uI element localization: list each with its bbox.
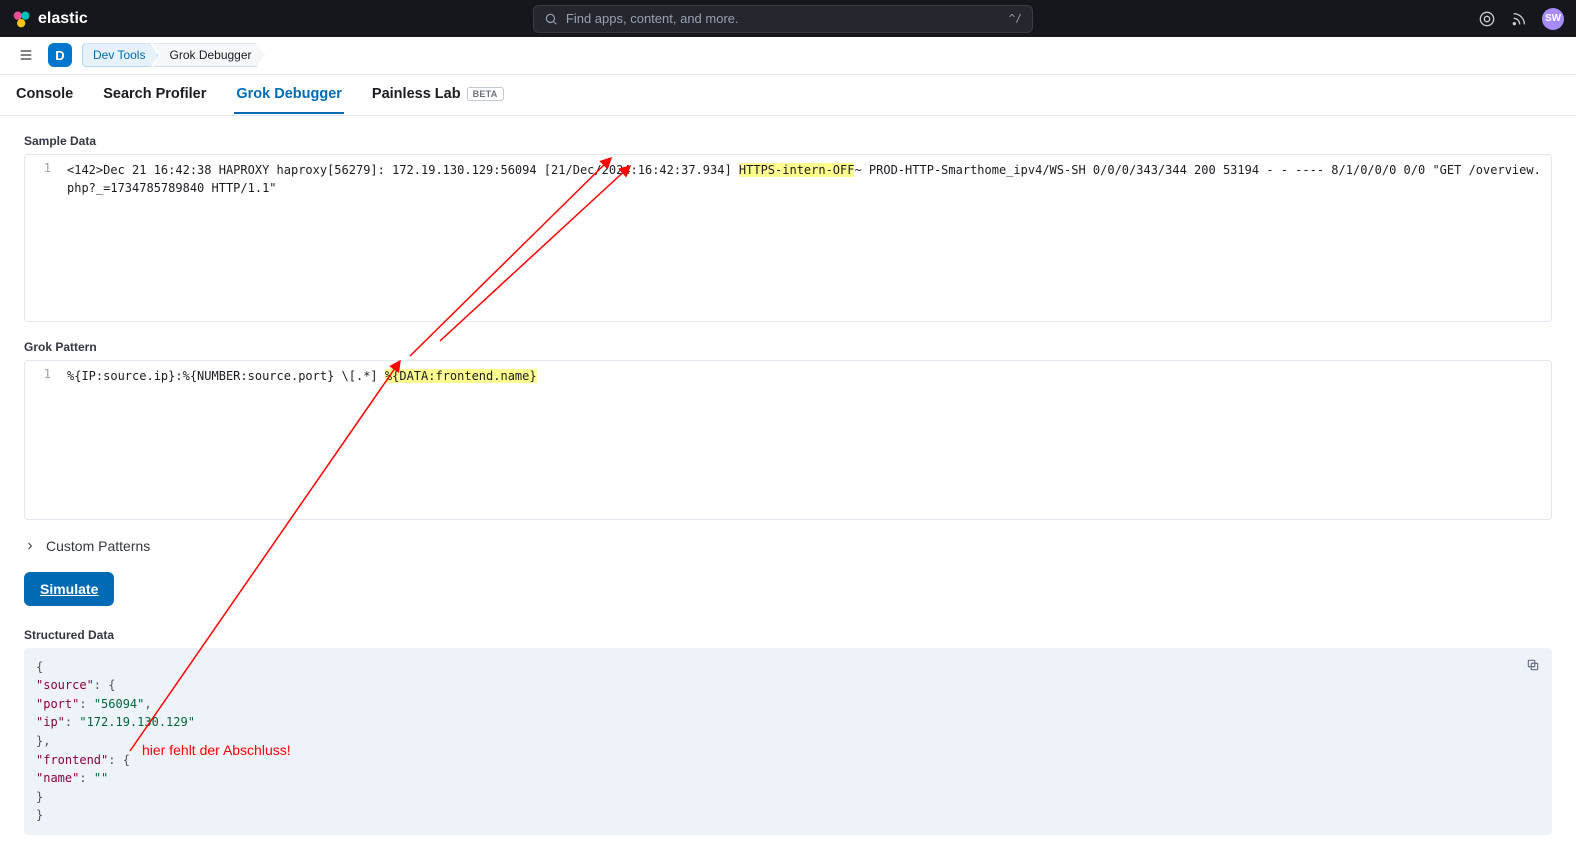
tab-search-profiler[interactable]: Search Profiler [101,76,208,114]
grok-pattern-text[interactable]: %{IP:source.ip}:%{NUMBER:source.port} \[… [59,361,1551,519]
chevron-right-icon [24,539,38,553]
tab-grok-debugger[interactable]: Grok Debugger [234,76,344,114]
sample-data-editor[interactable]: 1 <142>Dec 21 16:42:38 HAPROXY haproxy[5… [24,154,1552,322]
search-kbd-hint: ^/ [1009,12,1022,25]
beta-badge: BETA [467,87,504,101]
search-placeholder: Find apps, content, and more. [566,11,739,26]
breadcrumb-dev-tools[interactable]: Dev Tools [82,43,158,67]
sample-data-text[interactable]: <142>Dec 21 16:42:38 HAPROXY haproxy[562… [59,155,1551,321]
tab-console[interactable]: Console [14,76,75,114]
line-number: 1 [44,367,51,381]
space-selector[interactable]: D [48,43,72,67]
line-number: 1 [44,161,51,175]
main-content: Sample Data 1 <142>Dec 21 16:42:38 HAPRO… [0,116,1576,865]
tab-label: Grok Debugger [236,86,342,102]
tab-painless-lab[interactable]: Painless Lab BETA [370,76,506,114]
tab-label: Console [16,86,73,102]
sample-data-label: Sample Data [24,134,1552,148]
custom-patterns-accordion[interactable]: Custom Patterns [24,538,1552,554]
search-container: Find apps, content, and more. ^/ [100,5,1466,33]
nav-toggle-button[interactable] [14,43,38,67]
grok-pattern-editor[interactable]: 1 %{IP:source.ip}:%{NUMBER:source.port} … [24,360,1552,520]
line-gutter: 1 [25,361,59,519]
custom-patterns-label: Custom Patterns [46,538,150,554]
newsfeed-icon[interactable] [1510,10,1528,28]
brand-logo[interactable]: elastic [12,9,88,29]
user-avatar[interactable]: SW [1542,8,1564,30]
global-header: elastic Find apps, content, and more. ^/… [0,0,1576,37]
tabs: Console Search Profiler Grok Debugger Pa… [0,75,1576,116]
tab-label: Search Profiler [103,86,206,102]
annotation-text: hier fehlt der Abschluss! [142,742,291,758]
breadcrumb-label: Dev Tools [93,48,145,62]
hamburger-icon [18,47,34,63]
breadcrumb-bar: D Dev Tools Grok Debugger [0,37,1576,74]
header-actions: SW [1478,8,1564,30]
brand-name: elastic [38,10,88,28]
line-gutter: 1 [25,155,59,321]
structured-data-label: Structured Data [24,628,1552,642]
grok-pattern-label: Grok Pattern [24,340,1552,354]
simulate-button[interactable]: Simulate [24,572,114,606]
copy-icon[interactable] [1526,658,1542,674]
elastic-logo-icon [12,9,32,29]
breadcrumb: Dev Tools Grok Debugger [82,43,265,67]
global-search-input[interactable]: Find apps, content, and more. ^/ [533,5,1033,33]
breadcrumb-label: Grok Debugger [169,48,251,62]
help-icon[interactable] [1478,10,1496,28]
search-icon [544,12,558,26]
tab-label: Painless Lab [372,86,461,102]
breadcrumb-grok-debugger[interactable]: Grok Debugger [152,43,264,67]
